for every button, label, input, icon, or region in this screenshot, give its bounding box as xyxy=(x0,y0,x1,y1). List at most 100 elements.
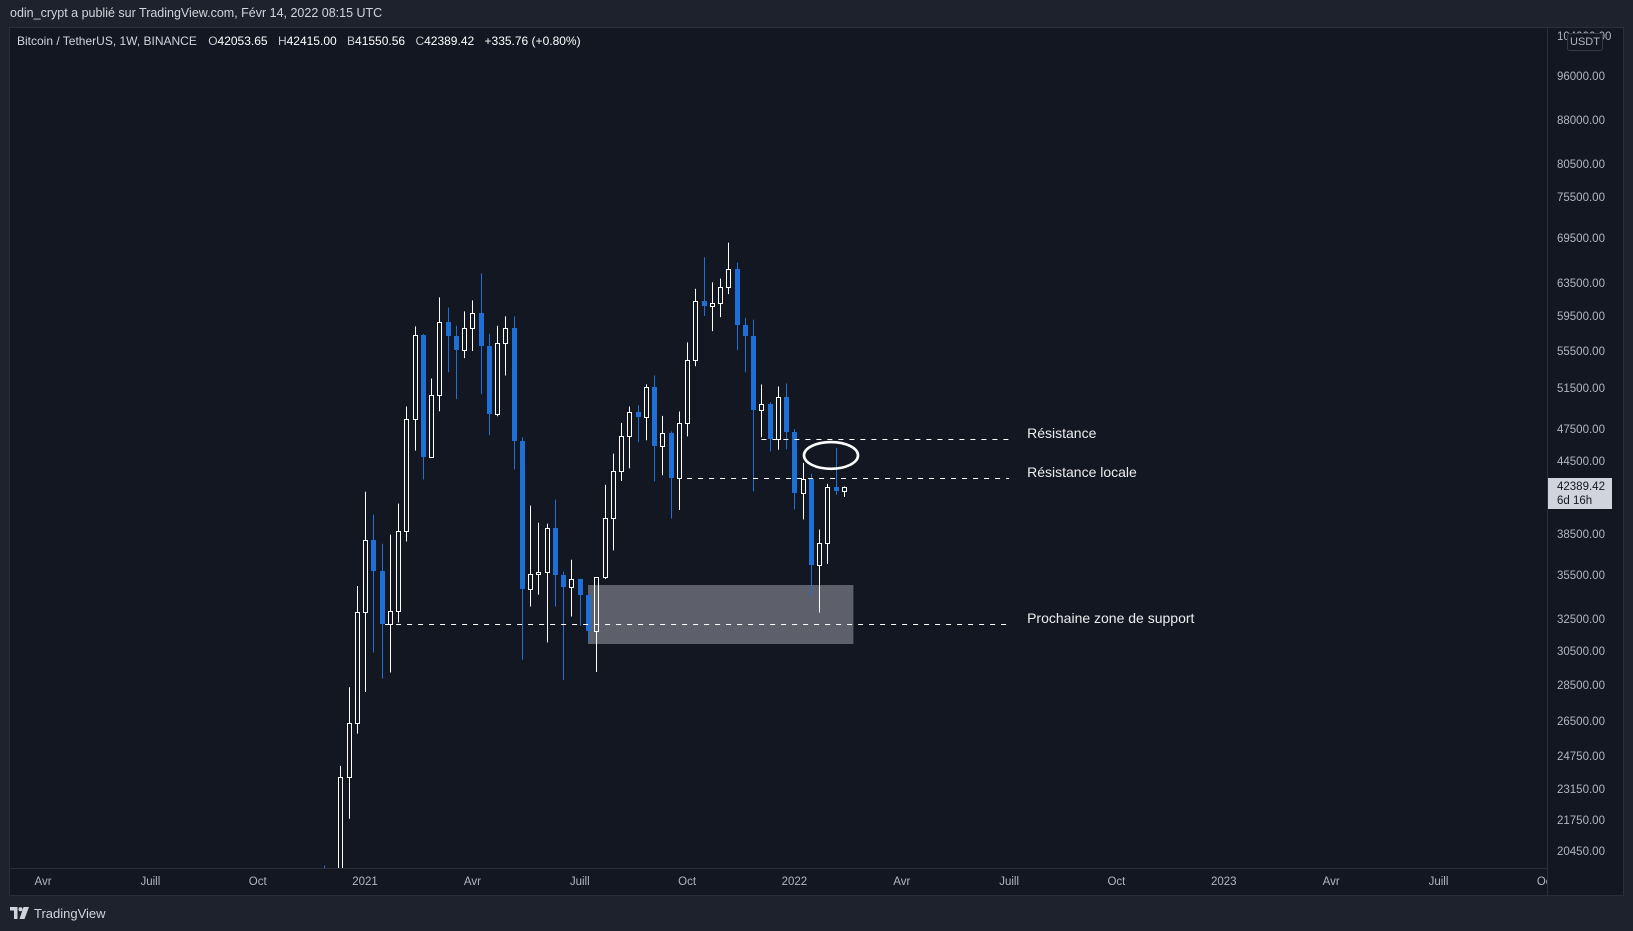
support-zone-label: Prochaine zone de support xyxy=(1027,610,1195,626)
candle-bullish xyxy=(611,453,616,551)
time-tick-label: Oct xyxy=(1107,876,1126,888)
candle-body xyxy=(677,423,682,479)
candle-bullish xyxy=(569,559,574,617)
support-zone-rectangle xyxy=(587,584,854,644)
price-tick-label: 24750.00 xyxy=(1557,750,1605,763)
candle-bullish xyxy=(338,765,343,868)
candle-body xyxy=(792,432,797,493)
published-by-header: odin_crypt a publié sur TradingView.com,… xyxy=(10,6,383,20)
candle-body xyxy=(751,336,756,410)
candle-bullish xyxy=(685,342,690,437)
candle-body xyxy=(693,301,698,361)
candle-body xyxy=(569,579,574,588)
candle-bullish xyxy=(536,522,541,595)
candle-bearish xyxy=(446,307,451,373)
candle-bearish xyxy=(371,514,376,653)
time-tick-label: 2023 xyxy=(1210,876,1237,888)
candle-bullish xyxy=(842,486,847,497)
candle-bullish xyxy=(776,386,781,450)
candle-body xyxy=(669,433,674,478)
candle-body xyxy=(371,540,376,571)
time-tick-label: Avr xyxy=(1322,876,1340,888)
candle-body xyxy=(388,611,393,625)
time-axis[interactable]: Avr Juill Oct 2021 Avr Juill Oct 2022 Avr Juill Oc… xyxy=(10,868,1547,895)
resistance-label: Résistance xyxy=(1027,425,1097,441)
candle-bearish xyxy=(512,316,517,470)
candle-bullish xyxy=(603,484,608,579)
open-value: 42053.65 xyxy=(217,34,268,48)
candle-bearish xyxy=(578,578,583,626)
candle-body xyxy=(404,419,409,532)
currency-badge[interactable]: USDT xyxy=(1567,33,1603,51)
candle-body xyxy=(495,343,500,415)
candle-body xyxy=(479,313,484,346)
candle-body xyxy=(652,387,657,446)
candle-bearish xyxy=(380,543,385,679)
candle-body xyxy=(462,328,467,351)
time-tick-label: Avr xyxy=(893,876,911,888)
candle-bearish xyxy=(834,447,839,495)
candle-body xyxy=(528,574,533,590)
time-tick-label: Oct xyxy=(248,876,267,888)
candle-bullish xyxy=(363,491,368,693)
candle-body xyxy=(553,528,558,575)
candle-bullish xyxy=(470,300,475,352)
price-plot-area xyxy=(324,242,1010,868)
price-axis[interactable]: 104000.0096000.0088000.0080500.0075500.0… xyxy=(1547,28,1622,895)
price-tick-label: 47500.00 xyxy=(1557,423,1605,436)
candle-bearish xyxy=(809,473,814,597)
candle-body xyxy=(726,269,731,288)
price-tick-label: 26500.00 xyxy=(1557,716,1605,729)
symbol-name: Bitcoin / TetherUS, 1W, BINANCE xyxy=(17,34,197,48)
candle-bullish xyxy=(660,415,665,476)
candle-bullish xyxy=(347,687,352,819)
candle-body xyxy=(363,540,368,613)
candle-bullish xyxy=(437,297,442,412)
candle-bearish xyxy=(652,375,657,482)
time-tick-label: Avr xyxy=(34,876,52,888)
candle-bearish xyxy=(454,325,459,400)
candle-body xyxy=(718,287,723,304)
price-tick-label: 63500.00 xyxy=(1557,278,1605,291)
candle-bullish xyxy=(759,384,764,438)
candle-bullish xyxy=(413,326,418,451)
candle-body xyxy=(660,433,665,447)
candle-body xyxy=(454,336,459,350)
candle-body xyxy=(437,322,442,396)
change-value: +335.76 (+0.80%) xyxy=(484,34,581,48)
candle-body xyxy=(396,531,401,612)
candle-body xyxy=(603,518,608,578)
candle-bearish xyxy=(421,334,426,480)
candle-body xyxy=(636,412,641,417)
candle-series xyxy=(324,242,847,868)
time-tick-label: 2022 xyxy=(781,876,808,888)
candle-bullish xyxy=(619,422,624,481)
candle-bearish xyxy=(487,333,492,436)
candle-body xyxy=(784,397,789,432)
candle-body xyxy=(413,335,418,420)
candle-body xyxy=(338,777,343,868)
highlight-ellipse xyxy=(802,440,860,471)
candle-body xyxy=(759,404,764,411)
candle-bullish xyxy=(404,406,409,542)
candle-bearish xyxy=(561,571,566,680)
close-value: 42389.42 xyxy=(424,34,475,48)
price-tick-label: 51500.00 xyxy=(1557,383,1605,396)
candle-bearish xyxy=(735,262,740,351)
candle-bullish xyxy=(677,411,682,511)
candle-bullish xyxy=(801,462,806,520)
price-tick-label: 80500.00 xyxy=(1557,159,1605,172)
candle-bullish xyxy=(528,505,533,607)
candle-body xyxy=(429,395,434,458)
candle-body xyxy=(347,723,352,778)
candle-body xyxy=(503,328,508,344)
candle-body xyxy=(842,487,847,492)
time-tick-label: 2021 xyxy=(352,876,378,888)
candle-bearish xyxy=(479,273,484,395)
candle-bullish xyxy=(503,316,508,376)
tradingview-logo-link[interactable]: TradingView xyxy=(10,905,106,921)
candle-bullish xyxy=(429,378,434,458)
open-label: O xyxy=(208,34,218,48)
candle-bullish xyxy=(355,586,360,734)
high-value: 42415.00 xyxy=(286,34,337,48)
